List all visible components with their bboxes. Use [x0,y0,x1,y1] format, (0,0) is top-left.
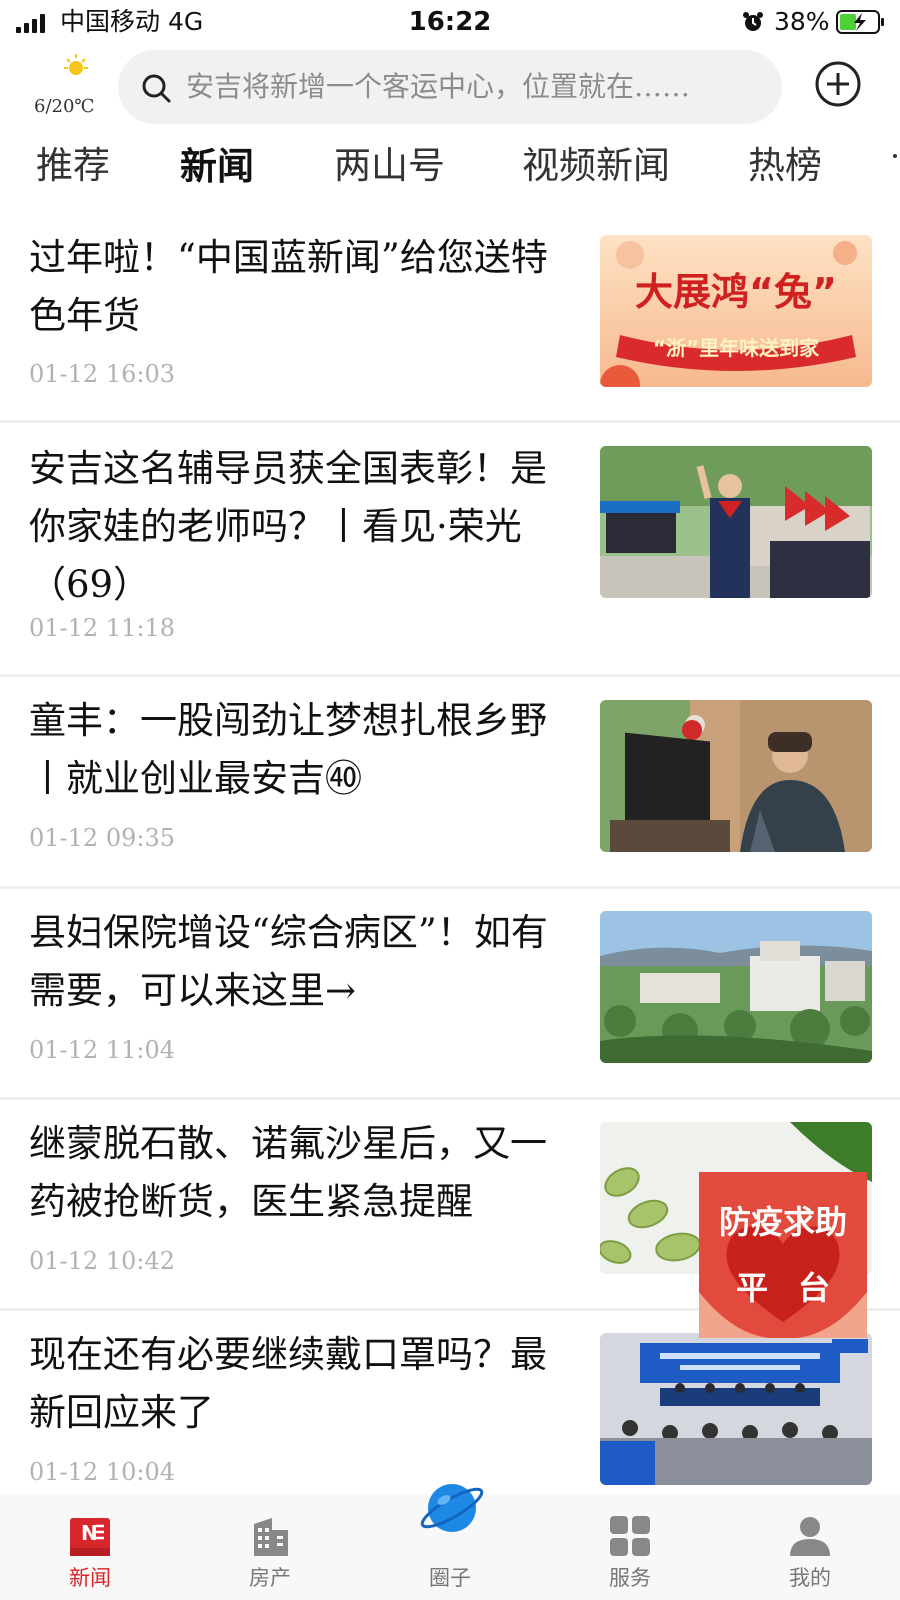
news-title[interactable]: 现在还有必要继续戴口罩吗？最新回应来了 [29,1326,579,1442]
person-icon [790,1517,830,1556]
clock: 16:22 [408,7,492,37]
thumb-caption-2: “浙”里年味送到家 [653,336,820,360]
weather-temperature: 6/20℃ [34,96,95,117]
news-thumbnail[interactable] [600,1333,872,1485]
news-time: 01-12 10:04 [29,1458,175,1486]
news-title[interactable]: 过年啦！“中国蓝新闻”给您送特色年货 [29,229,579,345]
nav-label: 服务 [609,1566,651,1590]
battery-icon [836,10,884,34]
news-time: 01-12 16:03 [29,360,175,388]
news-time: 01-12 09:35 [29,824,175,852]
widget-label-1: 防疫求助 [718,1203,847,1241]
search-placeholder: 安吉将新增一个客运中心，位置就在…… [186,70,691,103]
news-time: 01-12 10:42 [29,1247,175,1275]
news-thumbnail[interactable] [600,700,872,852]
news-item[interactable]: 过年啦！“中国蓝新闻”给您送特色年货 01-12 16:03 大展鸿“兔” “浙… [0,214,900,420]
tab-liangshan[interactable]: 两山号 [334,138,445,194]
news-item[interactable]: 童丰：一股闯劲让梦想扎根乡野丨就业创业最安吉㊵ 01-12 09:35 [0,677,900,886]
battery-percent: 38% [774,7,830,36]
news-time: 01-12 11:18 [29,614,175,642]
add-button[interactable] [814,60,862,108]
news-thumbnail[interactable] [600,911,872,1063]
news-title[interactable]: 继蒙脱石散、诺氟沙星后，又一药被抢断货，医生紧急提醒 [29,1115,579,1231]
tab-hot-list[interactable]: 热榜 [748,138,822,194]
search-icon [142,74,171,103]
news-item[interactable]: 安吉这名辅导员获全国表彰！是你家娃的老师吗？丨看见·荣光（69） 01-12 1… [0,423,900,674]
svg-text:N: N [81,1521,98,1545]
building-icon [254,1518,288,1556]
sun-icon [64,54,88,75]
news-item[interactable]: 现在还有必要继续戴口罩吗？最新回应来了 01-12 10:04 [0,1311,900,1494]
news-title[interactable]: 县妇保院增设“综合病区”！如有需要，可以来这里→ [29,904,579,1020]
status-bar: 中国移动 4G 16:22 38% [0,0,900,44]
alarm-icon [743,12,763,31]
news-icon: N [70,1518,110,1556]
news-time: 01-12 11:04 [29,1036,175,1064]
nav-label: 我的 [789,1566,831,1590]
news-thumbnail[interactable]: 大展鸿“兔” “浙”里年味送到家 [600,235,872,387]
nav-real-estate[interactable]: 房产 [180,1494,360,1600]
heart-hands-icon [699,1226,867,1338]
search-bar[interactable]: 安吉将新增一个客运中心，位置就在…… [118,50,782,124]
tabs-overflow-indicator [893,154,897,158]
tab-recommend[interactable]: 推荐 [36,138,110,194]
bottom-nav: N 新闻 房产 圈子 服务 我的 [0,1484,900,1600]
planet-icon [420,1484,484,1532]
category-tabs: 推荐 新闻 两山号 视频新闻 热榜 [0,138,900,194]
nav-label: 新闻 [69,1566,111,1590]
nav-profile[interactable]: 我的 [720,1494,900,1600]
nav-label: 房产 [249,1566,291,1590]
nav-label: 圈子 [429,1566,471,1590]
grid-icon [610,1516,650,1556]
news-title[interactable]: 安吉这名辅导员获全国表彰！是你家娃的老师吗？丨看见·荣光（69） [29,440,579,614]
widget-label-2: 平台 [735,1269,860,1307]
news-thumbnail[interactable] [600,446,872,598]
tab-video-news[interactable]: 视频新闻 [522,138,670,194]
nav-circle[interactable]: 圈子 [360,1484,540,1600]
epidemic-help-widget[interactable]: 防疫求助 平台 [699,1172,867,1338]
thumb-caption-1: 大展鸿“兔” [635,270,837,314]
nav-services[interactable]: 服务 [540,1494,720,1600]
news-title[interactable]: 童丰：一股闯劲让梦想扎根乡野丨就业创业最安吉㊵ [29,692,579,808]
news-item[interactable]: 县妇保院增设“综合病区”！如有需要，可以来这里→ 01-12 11:04 [0,889,900,1097]
tab-news[interactable]: 新闻 [180,138,254,194]
nav-news[interactable]: N 新闻 [0,1494,180,1600]
